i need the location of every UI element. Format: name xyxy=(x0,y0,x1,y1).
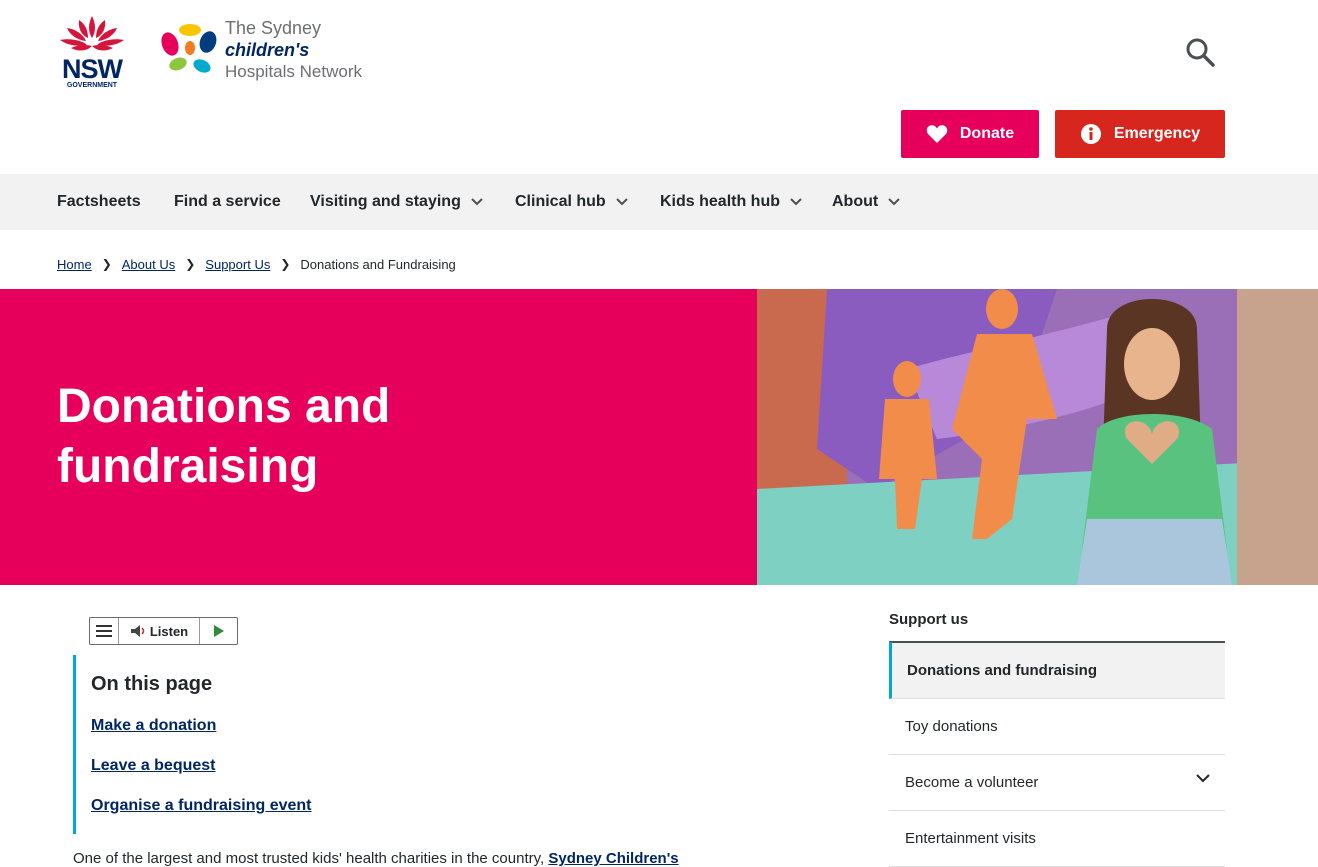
emergency-button[interactable]: Emergency xyxy=(1055,110,1225,158)
nav-item-label: Visiting and staying xyxy=(310,193,461,210)
listen-label: Listen xyxy=(149,623,189,639)
chevron-right-icon: ❯ xyxy=(185,257,196,271)
listen-menu-button[interactable] xyxy=(90,618,119,644)
waratah-icon xyxy=(60,16,124,51)
chevron-down-icon xyxy=(471,198,483,206)
sidebar-title: Support us xyxy=(889,611,969,628)
chevron-down-icon xyxy=(790,198,802,206)
toc-link-make-a-donation[interactable]: Make a donation xyxy=(91,717,216,735)
intro-link[interactable]: Sydney Children's xyxy=(548,850,678,867)
breadcrumb-support-us[interactable]: Support Us xyxy=(205,257,270,272)
nav-item-clinical-hub[interactable]: Clinical hub xyxy=(515,174,628,230)
schn-leaves-icon xyxy=(161,24,217,73)
intro-text: One of the largest and most trusted kids… xyxy=(73,850,545,867)
nav-item-label: Kids health hub xyxy=(660,193,780,210)
donate-button[interactable]: Donate xyxy=(901,110,1039,158)
schn-logo-line2: children's xyxy=(225,40,310,60)
sidebar-item-toy-donations[interactable]: Toy donations xyxy=(889,699,1225,755)
site-header: NSW GOVERNMENT The Sydney children's Hos… xyxy=(0,0,1318,174)
chevron-right-icon: ❯ xyxy=(101,257,112,271)
on-this-page-title: On this page xyxy=(91,673,213,695)
toc-link-leave-a-bequest[interactable]: Leave a bequest xyxy=(91,757,216,775)
chevron-down-icon xyxy=(615,198,628,206)
sidebar-item-label: Become a volunteer xyxy=(905,774,1039,791)
sidebar-item-entertainment-visits[interactable]: Entertainment visits xyxy=(889,811,1225,867)
nav-item-visiting-and-staying[interactable]: Visiting and staying xyxy=(310,174,483,230)
nav-item-label: Factsheets xyxy=(57,193,141,210)
nav-item-label: About xyxy=(832,193,879,210)
search-button[interactable] xyxy=(1182,34,1218,70)
sidebar-item-label: Entertainment visits xyxy=(905,830,1036,847)
sidebar-nav: Donations and fundraising Toy donations … xyxy=(889,641,1225,867)
listen-play-button[interactable] xyxy=(200,618,237,644)
nav-item-kids-health-hub[interactable]: Kids health hub xyxy=(660,174,802,230)
chevron-down-icon[interactable] xyxy=(1195,773,1211,783)
breadcrumb-home[interactable]: Home xyxy=(57,257,92,272)
nav-item-find-a-service[interactable]: Find a service xyxy=(174,174,281,230)
nsw-wordmark: NSW xyxy=(62,54,123,84)
breadcrumb: Home ❯ About Us ❯ Support Us ❯ Donations… xyxy=(57,254,456,274)
intro-paragraph: One of the largest and most trusted kids… xyxy=(73,850,679,867)
main-navigation: Factsheets Find a service Visiting and s… xyxy=(0,174,1318,230)
sidebar-item-label: Toy donations xyxy=(905,718,998,735)
info-icon xyxy=(1080,124,1101,144)
donate-label: Donate xyxy=(959,125,1015,142)
breadcrumb-current: Donations and Fundraising xyxy=(300,256,456,272)
nav-item-label: Find a service xyxy=(174,193,281,210)
nsw-government-label: GOVERNMENT xyxy=(66,82,118,89)
listen-widget: Listen xyxy=(89,617,238,645)
hero-photo-illustration xyxy=(757,289,1318,585)
schn-logo-line1: The Sydney xyxy=(225,18,322,38)
hero-banner: Donations and fundraising xyxy=(0,289,757,585)
sidebar-item-label: Donations and fundraising xyxy=(907,662,1097,679)
page-title: Donations and fundraising xyxy=(57,380,391,493)
nav-item-factsheets[interactable]: Factsheets xyxy=(57,174,141,230)
speaker-icon xyxy=(130,625,145,637)
hero-image xyxy=(757,289,1318,585)
sidebar-item-donations-and-fundraising[interactable]: Donations and fundraising xyxy=(889,641,1225,699)
emergency-label: Emergency xyxy=(1113,125,1201,142)
sidebar-item-become-a-volunteer[interactable]: Become a volunteer xyxy=(889,755,1225,811)
play-icon xyxy=(213,625,224,637)
schn-logo[interactable]: The Sydney children's Hospitals Network xyxy=(158,18,378,84)
nsw-government-logo[interactable]: NSW GOVERNMENT xyxy=(57,14,127,92)
on-this-page: On this page Make a donation Leave a beq… xyxy=(73,655,476,834)
breadcrumb-about-us[interactable]: About Us xyxy=(122,257,175,272)
heart-icon xyxy=(926,125,948,143)
schn-logo-line3: Hospitals Network xyxy=(225,62,362,81)
search-icon xyxy=(1186,38,1215,67)
menu-icon xyxy=(96,625,112,637)
nav-item-label: Clinical hub xyxy=(515,193,606,210)
chevron-right-icon: ❯ xyxy=(280,257,291,271)
toc-link-organise-fundraising-event[interactable]: Organise a fundraising event xyxy=(91,797,312,815)
chevron-down-icon xyxy=(888,198,900,206)
nav-item-about[interactable]: About xyxy=(832,174,900,230)
listen-button[interactable]: Listen xyxy=(119,618,200,644)
